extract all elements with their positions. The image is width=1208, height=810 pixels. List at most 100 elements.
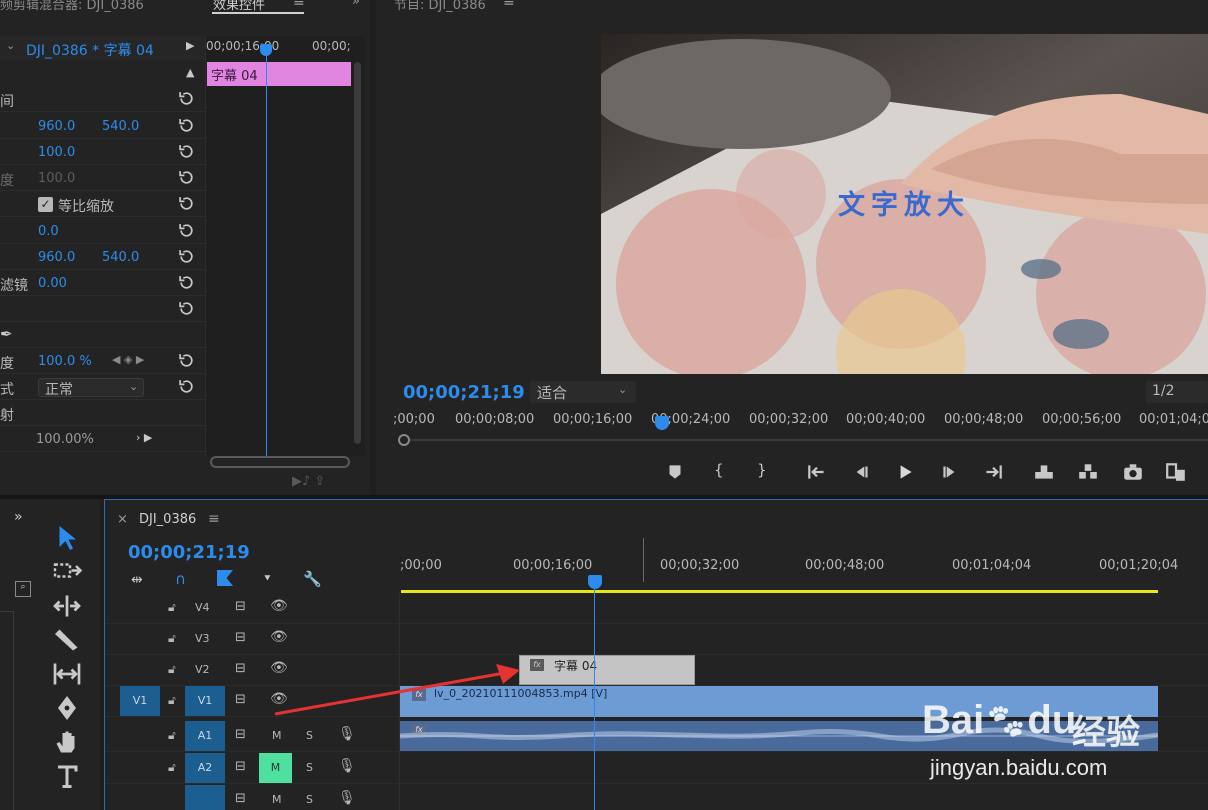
button-editor-icon[interactable] [1165,461,1187,483]
linked-selection-icon[interactable] [217,570,233,586]
microphone-icon[interactable]: 🎙︎ [338,726,356,742]
chevron-down-icon[interactable]: ⌄ [6,39,15,52]
slip-tool-icon[interactable] [52,659,82,689]
play-triangle-icon[interactable]: ▶ [186,39,194,52]
mute-button-active[interactable]: M [259,753,292,783]
solo-button[interactable]: S [306,793,313,806]
extract-icon[interactable] [1077,461,1099,483]
reset-icon[interactable] [178,248,195,265]
lock-icon[interactable]: 🔓︎ [168,693,176,708]
blend-mode-select[interactable]: 正常 ⌄ [38,378,144,398]
hamburger-icon[interactable]: ≡ [208,511,220,527]
collapse-up-icon[interactable]: ▲ [186,66,194,79]
sync-lock-icon[interactable]: ⊟ [235,661,246,676]
mini-scrollbar-v[interactable] [354,62,361,444]
camera-icon[interactable] [1122,461,1144,483]
lock-icon[interactable]: 🔓︎ [168,631,176,646]
program-monitor-title[interactable]: 节目: DJI_0386 [394,0,486,13]
fit-select[interactable]: 适合 ⌄ [530,381,636,403]
microphone-icon[interactable]: 🎙︎ [338,758,356,774]
search-icon[interactable]: ⌕ [15,581,31,597]
checkbox-checked-icon[interactable]: ✓ [38,197,53,212]
track-target-a2[interactable]: A2 [185,753,225,783]
zoom-scrollbar[interactable] [398,434,1208,446]
track-target-a1[interactable]: A1 [185,721,225,751]
sync-lock-icon[interactable]: ⊟ [235,759,246,774]
program-ruler[interactable]: ;00;00 00;00;08;00 00;00;16;00 00;00;24;… [393,408,1208,432]
program-timecode[interactable]: 00;00;21;19 [403,382,525,403]
reset-icon[interactable] [178,90,195,107]
video-frame[interactable]: 文字放大 [601,34,1208,374]
title-clip[interactable]: fx 字幕 04 [519,655,695,685]
type-tool-icon[interactable] [52,761,82,791]
mini-clip-bar[interactable]: 字幕 04 [207,62,351,86]
export-frame-icon[interactable]: ▶♪ ⇪ [292,474,325,489]
quality-select[interactable]: 1/2 [1146,381,1208,403]
mini-scrollbar-h[interactable] [210,456,350,468]
mark-in-icon[interactable]: { [714,461,736,483]
mini-playhead-handle[interactable] [260,44,272,56]
add-marker-icon[interactable] [664,461,686,483]
hand-tool-icon[interactable] [52,727,82,757]
timeline-timecode[interactable]: 00;00;21;19 [128,542,250,563]
lock-icon[interactable]: 🔓︎ [168,662,176,677]
wrench-icon[interactable]: 🔧 [303,570,322,588]
reset-icon[interactable] [178,378,195,395]
add-marker-icon[interactable]: ⯆ [263,572,272,586]
reset-icon[interactable] [178,274,195,291]
reset-icon[interactable] [178,352,195,369]
selection-tool-icon[interactable] [52,523,82,553]
go-to-out-icon[interactable] [982,461,1004,483]
eye-icon[interactable]: 👁︎ [270,629,288,645]
solo-button[interactable]: S [306,761,313,774]
source-patch-v1[interactable]: V1 [120,686,160,716]
more-panels-icon[interactable]: » [352,0,360,9]
source-panel-title[interactable]: 频剪辑混合器: DJI_0386 [0,0,144,13]
lift-icon[interactable] [1033,461,1055,483]
go-to-in-icon[interactable] [806,461,828,483]
sync-lock-icon[interactable]: ⊟ [235,630,246,645]
snap-magnet-icon[interactable]: ∩ [175,570,186,588]
sync-lock-icon[interactable]: ⊟ [235,727,246,742]
hamburger-icon[interactable]: ≡ [293,0,305,10]
mute-button[interactable]: M [272,729,282,742]
mark-out-icon[interactable]: } [757,461,779,483]
more-panels-icon[interactable]: » [14,509,23,525]
sync-lock-icon[interactable]: ⊟ [235,692,246,707]
effect-controls-panel: 频剪辑混合器: DJI_0386 效果控件 ≡ » ⌄ DJI_0386 * 字… [0,0,370,495]
reset-icon[interactable] [178,117,195,134]
lock-icon[interactable]: 🔓︎ [168,760,176,775]
hamburger-icon[interactable]: ≡ [503,0,515,10]
reset-icon[interactable] [178,169,195,186]
insert-nest-icon[interactable]: ⇹ [131,572,143,588]
keyframe-nav-icon[interactable]: › ▶ [136,431,152,444]
pen-tool-icon[interactable] [52,693,82,723]
sequence-tab[interactable]: DJI_0386 [139,512,196,527]
step-forward-icon[interactable] [939,461,961,483]
sync-lock-icon[interactable]: ⊟ [235,791,246,806]
lock-icon[interactable]: 🔓︎ [168,600,176,615]
track-target-v1[interactable]: V1 [185,686,225,716]
pen-icon[interactable]: ✒ [0,325,13,343]
reset-icon[interactable] [178,300,195,317]
reset-icon[interactable] [178,143,195,160]
play-icon[interactable] [894,461,916,483]
solo-button[interactable]: S [306,729,313,742]
program-playhead[interactable] [654,416,669,430]
eye-icon[interactable]: 👁︎ [270,598,288,614]
keyframe-nav-icon[interactable]: ◀ ◈ ▶ [112,353,144,366]
track-select-icon[interactable] [52,557,82,587]
microphone-icon[interactable]: 🎙︎ [338,790,356,806]
close-icon[interactable]: × [117,512,128,527]
reset-icon[interactable] [178,222,195,239]
timeline-playhead-handle[interactable] [588,575,602,589]
reset-icon[interactable] [178,195,195,212]
step-back-icon[interactable] [850,461,872,483]
razor-tool-icon[interactable] [52,625,82,655]
track-target-a3[interactable] [185,785,225,810]
ripple-edit-icon[interactable] [52,591,82,621]
mute-button[interactable]: M [272,793,282,806]
sync-lock-icon[interactable]: ⊟ [235,599,246,614]
timeline-ruler[interactable]: ;00;00 00;00;16;00 00;00;32;00 00;00;48;… [400,554,1208,584]
lock-icon[interactable]: 🔓︎ [168,728,176,743]
